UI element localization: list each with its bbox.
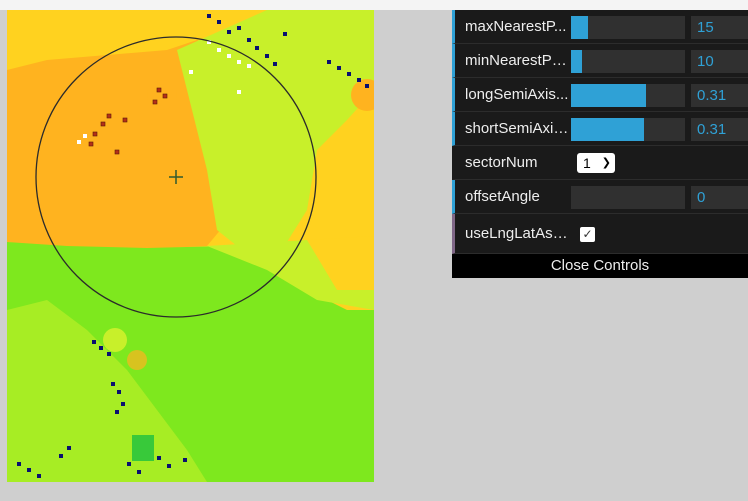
offset-angle-slider[interactable] <box>571 186 685 209</box>
min-nearest-label: minNearestPo... <box>465 52 571 69</box>
map-graphic <box>7 10 374 482</box>
offset-angle-input[interactable]: 0 <box>691 186 748 209</box>
controls-panel: maxNearestP... 15 minNearestPo... 10 lon… <box>452 10 748 278</box>
close-controls-button[interactable]: Close Controls <box>452 254 748 278</box>
map-canvas[interactable] <box>7 10 374 482</box>
long-semi-axis-label: longSemiAxis... <box>465 86 569 103</box>
row-long-semi-axis: longSemiAxis... 0.31 <box>452 78 748 112</box>
row-use-lnglat: useLngLatAsXY ✓ <box>452 214 748 254</box>
max-nearest-input[interactable]: 15 <box>691 16 748 39</box>
long-semi-axis-slider[interactable] <box>571 84 685 107</box>
row-min-nearest: minNearestPo... 10 <box>452 44 748 78</box>
min-nearest-slider[interactable] <box>571 50 685 73</box>
sector-num-label: sectorNum <box>465 154 538 171</box>
long-semi-axis-input[interactable]: 0.31 <box>691 84 748 107</box>
browser-top-strip <box>0 0 748 10</box>
short-semi-axis-label: shortSemiAxis... <box>465 120 571 137</box>
use-lnglat-checkbox[interactable]: ✓ <box>580 227 595 242</box>
use-lnglat-label: useLngLatAsXY <box>465 225 571 242</box>
long-semi-axis-slider-fill <box>571 84 647 107</box>
short-semi-axis-slider-fill <box>571 118 644 141</box>
max-nearest-slider-fill <box>571 16 589 39</box>
row-short-semi-axis: shortSemiAxis... 0.31 <box>452 112 748 146</box>
short-semi-axis-input[interactable]: 0.31 <box>691 118 748 141</box>
min-nearest-slider-fill <box>571 50 583 73</box>
check-icon: ✓ <box>582 227 593 241</box>
sector-num-select[interactable]: 1 ❯ <box>577 153 615 173</box>
short-semi-axis-slider[interactable] <box>571 118 685 141</box>
sector-num-value: 1 <box>583 155 591 171</box>
max-nearest-slider[interactable] <box>571 16 685 39</box>
max-nearest-label: maxNearestP... <box>465 18 567 35</box>
min-nearest-input[interactable]: 10 <box>691 50 748 73</box>
offset-angle-label: offsetAngle <box>465 188 540 205</box>
row-sector-num: sectorNum 1 ❯ <box>452 146 748 180</box>
row-max-nearest: maxNearestP... 15 <box>452 10 748 44</box>
chevron-down-icon: ❯ <box>601 157 611 169</box>
row-offset-angle: offsetAngle 0 <box>452 180 748 214</box>
